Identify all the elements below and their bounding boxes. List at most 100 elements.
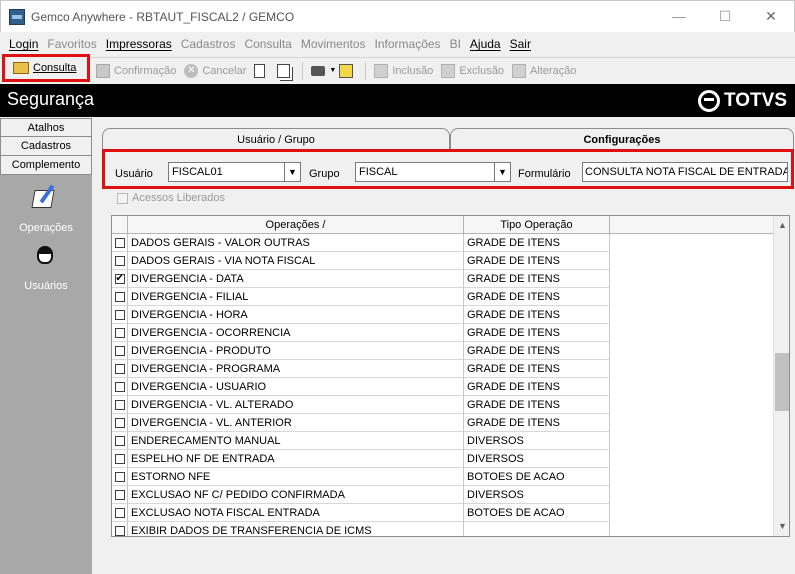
menu-bar: Login Favoritos Impressoras Cadastros Co… [0,32,795,56]
usuario-select[interactable]: FISCAL01 ▼ [168,162,301,182]
row-checkbox[interactable] [114,435,125,446]
maximize-icon[interactable]: ☐ [702,1,748,31]
acessos-liberados-checkbox[interactable]: Acessos Liberados [117,192,225,204]
row-checkbox[interactable] [114,345,125,356]
exclusao-button[interactable]: Exclusão [437,60,508,82]
tipo-operacao-cell: GRADE DE ITENS [464,324,610,342]
table-row[interactable]: ✔ DIVERGENCIA - DATA GRADE DE ITENS [112,270,773,288]
row-checkbox-cell [112,306,128,324]
vertical-scrollbar[interactable]: ▲ ▼ [773,216,789,536]
nav-tab-atalhos[interactable]: Atalhos [0,118,92,137]
grid-header-empty [610,216,773,234]
operacao-cell: ESTORNO NFE [128,468,464,486]
row-checkbox[interactable] [114,363,125,374]
tipo-operacao-cell: GRADE DE ITENS [464,288,610,306]
tab-usuario-grupo[interactable]: Usuário / Grupo [102,128,450,150]
table-row[interactable]: EXCLUSAO NOTA FISCAL ENTRADA BOTOES DE AC… [112,504,773,522]
cancelar-button[interactable]: ✕ Cancelar [180,60,250,82]
tipo-operacao-cell: GRADE DE ITENS [464,234,610,252]
table-row[interactable]: ENDERECAMENTO MANUAL DIVERSOS [112,432,773,450]
minimize-icon[interactable]: — [656,1,702,31]
table-row[interactable]: DIVERGENCIA - VL. ANTERIOR GRADE DE ITENS [112,414,773,432]
folder-open-icon [13,62,29,74]
scroll-up-icon[interactable]: ▲ [774,217,789,233]
row-checkbox[interactable] [114,471,125,482]
close-icon[interactable]: ✕ [748,1,794,31]
operations-icon[interactable] [31,184,61,212]
menu-favoritos[interactable]: Favoritos [47,37,96,51]
scroll-down-icon[interactable]: ▼ [774,518,789,534]
tipo-operacao-cell: GRADE DE ITENS [464,342,610,360]
row-checkbox[interactable] [114,255,125,266]
row-checkbox[interactable] [114,327,125,338]
alteracao-button[interactable]: Alteração [508,60,580,82]
cancel-icon: ✕ [184,63,199,78]
row-checkbox[interactable] [114,507,125,518]
table-row[interactable]: EXIBIR DADOS DE TRANSFERENCIA DE ICMS [112,522,773,536]
row-checkbox[interactable] [114,381,125,392]
menu-consulta[interactable]: Consulta [244,37,291,51]
inclusao-button[interactable]: Inclusão [370,60,437,82]
table-row[interactable]: DADOS GERAIS - VIA NOTA FISCAL GRADE DE I… [112,252,773,270]
row-checkbox[interactable] [114,453,125,464]
menu-bi[interactable]: BI [450,37,461,51]
grid-header-operacoes[interactable]: Operações / [128,216,464,234]
table-row[interactable]: DIVERGENCIA - PRODUTO GRADE DE ITENS [112,342,773,360]
nav-link-usuarios[interactable]: Usuários [0,280,92,292]
row-checkbox[interactable] [114,525,125,536]
table-row[interactable]: DIVERGENCIA - OCORRENCIA GRADE DE ITENS [112,324,773,342]
row-checkbox[interactable] [114,489,125,500]
menu-cadastros[interactable]: Cadastros [181,37,236,51]
menu-informacoes[interactable]: Informações [375,37,441,51]
chevron-down-icon[interactable]: ▼ [494,163,510,181]
table-row[interactable]: DIVERGENCIA - USUARIO GRADE DE ITENS [112,378,773,396]
module-title: Segurança [7,89,95,109]
table-row[interactable]: DIVERGENCIA - HORA GRADE DE ITENS [112,306,773,324]
grid-header-tipo[interactable]: Tipo Operação [464,216,610,234]
operacao-cell: DADOS GERAIS - VIA NOTA FISCAL [128,252,464,270]
new-document-icon [254,63,266,78]
acessos-liberados-label: Acessos Liberados [132,192,225,204]
row-checkbox[interactable] [114,291,125,302]
grid-header: Operações / Tipo Operação [112,216,789,234]
copy-document-button[interactable] [273,60,298,82]
menu-movimentos[interactable]: Movimentos [301,37,366,51]
grupo-select[interactable]: FISCAL ▼ [355,162,511,182]
row-checkbox[interactable] [114,237,125,248]
print-dropdown-icon[interactable]: ▼ [329,67,336,74]
row-checkbox[interactable]: ✔ [114,273,125,284]
scrollbar-thumb[interactable] [775,353,789,411]
consulta-button[interactable]: Consulta [2,54,90,82]
print-button[interactable]: ▼ [307,60,361,82]
grid-add-icon [374,63,389,78]
menu-impressoras[interactable]: Impressoras [106,37,172,51]
confirmacao-button[interactable]: Confirmação [92,60,180,82]
formulario-field[interactable]: CONSULTA NOTA FISCAL DE ENTRADA [582,162,788,182]
acessos-liberados-box[interactable] [117,192,128,204]
row-checkbox-cell [112,396,128,414]
table-row[interactable]: EXCLUSAO NF C/ PEDIDO CONFIRMADA DIVERSOS [112,486,773,504]
row-checkbox-cell [112,324,128,342]
operacao-cell: DIVERGENCIA - OCORRENCIA [128,324,464,342]
table-row[interactable]: DIVERGENCIA - PROGRAMA GRADE DE ITENS [112,360,773,378]
table-row[interactable]: ESTORNO NFE BOTOES DE ACAO [112,468,773,486]
new-document-button[interactable] [250,60,273,82]
menu-login[interactable]: Login [9,37,38,51]
table-row[interactable]: DIVERGENCIA - FILIAL GRADE DE ITENS [112,288,773,306]
row-checkbox[interactable] [114,399,125,410]
row-checkbox-cell [112,234,128,252]
nav-link-operacoes[interactable]: Operações [0,222,92,234]
chevron-down-icon[interactable]: ▼ [284,163,300,181]
row-checkbox[interactable] [114,309,125,320]
nav-tab-complemento[interactable]: Complemento [0,156,92,175]
menu-ajuda[interactable]: Ajuda [470,37,501,51]
table-row[interactable]: DIVERGENCIA - VL. ALTERADO GRADE DE ITENS [112,396,773,414]
users-icon[interactable] [31,246,61,274]
menu-sair[interactable]: Sair [510,37,531,51]
nav-tab-cadastros[interactable]: Cadastros [0,137,92,156]
table-row[interactable]: ESPELHO NF DE ENTRADA DIVERSOS [112,450,773,468]
table-row[interactable]: DADOS GERAIS - VALOR OUTRAS GRADE DE ITEN… [112,234,773,252]
row-checkbox[interactable] [114,417,125,428]
row-checkbox-cell [112,522,128,536]
tab-configuracoes[interactable]: Configurações [450,128,794,150]
